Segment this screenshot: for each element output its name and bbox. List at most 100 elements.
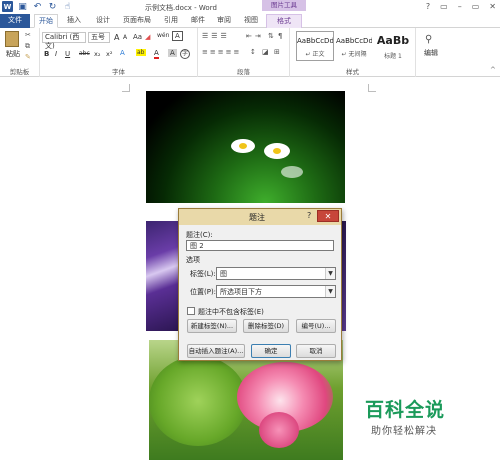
indent-buttons-icon[interactable]: ⇤⇥ [246, 32, 264, 40]
options-section-label: 选项 [186, 256, 200, 264]
enclosed-char-icon[interactable]: A [172, 31, 183, 41]
label-field-label: 标签(L): [190, 270, 216, 278]
borders-icon[interactable]: ⊞ [274, 48, 280, 56]
list-buttons-icon[interactable]: ☰☰☰ [202, 32, 230, 40]
close-window-icon[interactable]: ✕ [489, 2, 496, 11]
minimize-icon[interactable]: – [458, 2, 462, 11]
autocaption-button[interactable]: 自动插入题注(A)... [187, 344, 245, 358]
caption-field-label: 题注(C): [186, 231, 213, 239]
align-buttons-icon[interactable]: ≡≡≡≡≡ [202, 48, 241, 56]
margin-mark [122, 84, 130, 92]
format-painter-icon[interactable]: ✎ [25, 53, 31, 61]
tab-references[interactable]: 引用 [160, 14, 182, 28]
label-select[interactable]: 图 ▼ [216, 267, 336, 280]
style-heading1-name: 标题 1 [384, 53, 402, 60]
save-icon[interactable]: ▣ [17, 1, 28, 12]
style-no-spacing[interactable]: AaBbCcDd ↵ 无间隔 [335, 31, 373, 61]
collapse-ribbon-icon[interactable]: ^ [490, 66, 496, 74]
strikethrough-button[interactable]: abc [79, 50, 90, 57]
text-effects-icon[interactable]: A [120, 49, 125, 57]
subscript-button[interactable]: x₂ [94, 50, 100, 58]
ok-button[interactable]: 确定 [251, 344, 291, 358]
font-color-icon[interactable]: A [154, 49, 159, 59]
tab-insert[interactable]: 插入 [62, 14, 86, 28]
watermark-main-text: 百科全说 [365, 399, 446, 421]
touch-mode-icon[interactable]: ☝ [62, 1, 73, 12]
bold-button[interactable]: B [44, 50, 49, 58]
ribbon: 粘贴 ✂ ⧉ ✎ 剪贴板 Calibri (西文) 五号 A A Aa ◢ wé… [0, 28, 500, 77]
cancel-button[interactable]: 取消 [296, 344, 336, 358]
underline-button[interactable]: U [65, 50, 70, 58]
style-no-spacing-name: ↵ 无间隔 [341, 51, 367, 58]
editing-button[interactable]: 编辑 [424, 48, 438, 58]
lily-pad [149, 356, 247, 446]
dialog-title: 题注 [249, 213, 265, 222]
editing-group: ⚲ 编辑 [416, 28, 446, 77]
paste-icon[interactable] [5, 31, 19, 47]
dialog-close-button[interactable]: ✕ [317, 210, 339, 222]
show-marks-icon[interactable]: ¶ [278, 32, 282, 40]
cut-icon[interactable]: ✂ [25, 31, 31, 39]
title-bar: W ▣ ↶ ↻ ☝ 示例文档.docx - Word 图片工具 ? ▭ – ▭ … [0, 0, 500, 15]
ribbon-display-icon[interactable]: ▭ [440, 2, 448, 11]
char-shading-icon[interactable]: A [168, 49, 177, 57]
font-group: Calibri (西文) 五号 A A Aa ◢ wén A B I U abc… [40, 28, 198, 77]
font-size-select[interactable]: 五号 [88, 32, 110, 43]
exclude-label-checkbox[interactable] [187, 307, 195, 315]
change-case-icon[interactable]: Aa [133, 33, 142, 41]
watermark-sub-text: 助你轻松解决 [371, 426, 437, 437]
copy-icon[interactable]: ⧉ [25, 42, 30, 51]
tab-file[interactable]: 文件 [0, 14, 30, 28]
style-normal-preview: AaBbCcDd [297, 37, 333, 45]
caption-dialog: 题注 ? ✕ 题注(C): 图 2 选项 标签(L): 图 ▼ 位置(P): 所… [178, 208, 342, 361]
style-no-spacing-preview: AaBbCcDd [336, 37, 372, 45]
caption-input[interactable]: 图 2 [186, 240, 334, 251]
style-normal[interactable]: AaBbCcDd ↵ 正文 [296, 31, 334, 61]
tab-view[interactable]: 视图 [239, 14, 263, 28]
blurred-daisy [281, 166, 303, 178]
styles-group: AaBbCcDd ↵ 正文 AaBbCcDd ↵ 无间隔 AaBb 标题 1 样… [290, 28, 416, 77]
style-heading1[interactable]: AaBb 标题 1 [374, 31, 412, 61]
word-logo-icon: W [2, 1, 13, 12]
paragraph-group-label: 段落 [237, 68, 250, 76]
position-select-value: 所选项目下方 [220, 288, 262, 296]
highlight-icon[interactable]: ab [136, 49, 146, 56]
binoculars-icon[interactable]: ⚲ [425, 34, 432, 45]
font-name-select[interactable]: Calibri (西文) [42, 32, 86, 50]
grow-font-icon[interactable]: A [114, 33, 119, 42]
dialog-title-bar: 题注 ? ✕ [179, 209, 341, 225]
paste-button[interactable]: 粘贴 [6, 49, 20, 59]
italic-button[interactable]: I [55, 50, 57, 58]
delete-label-button[interactable]: 删除标签(D) [243, 319, 289, 333]
tab-design[interactable]: 设计 [91, 14, 115, 28]
maximize-icon[interactable]: ▭ [472, 2, 480, 11]
margin-mark [368, 84, 376, 92]
daisy-photo[interactable] [146, 91, 345, 203]
clipboard-group-label: 剪贴板 [9, 68, 30, 76]
tab-format[interactable]: 格式 [266, 14, 302, 28]
new-label-button[interactable]: 新建标签(N)... [187, 319, 237, 333]
tab-mailings[interactable]: 邮件 [186, 14, 210, 28]
shrink-font-icon[interactable]: A [123, 34, 127, 41]
position-select[interactable]: 所选项目下方 ▼ [216, 285, 336, 298]
tab-home[interactable]: 开始 [34, 14, 58, 28]
watermark: 百科全说 助你轻松解决 [349, 382, 471, 440]
shading-icon[interactable]: ◪ [262, 48, 269, 56]
tab-review[interactable]: 审阅 [212, 14, 236, 28]
clear-format-icon[interactable]: ◢ [145, 33, 150, 41]
numbering-button[interactable]: 编号(U)... [296, 319, 336, 333]
dialog-help-icon[interactable]: ? [307, 211, 311, 220]
redo-icon[interactable]: ↻ [47, 1, 58, 12]
undo-icon[interactable]: ↶ [32, 1, 43, 12]
label-select-value: 图 [220, 270, 227, 278]
help-icon[interactable]: ? [426, 2, 430, 11]
style-normal-name: ↵ 正文 [305, 51, 325, 58]
chevron-down-icon: ▼ [325, 286, 335, 297]
sort-icon[interactable]: ⇅ [268, 32, 274, 40]
tab-layout[interactable]: 页面布局 [118, 14, 156, 28]
phonetic-guide-icon[interactable]: wén [157, 32, 169, 39]
enclose-char-icon[interactable]: 字 [180, 49, 190, 59]
superscript-button[interactable]: x² [106, 50, 112, 58]
line-spacing-icon[interactable]: ↕ [250, 48, 256, 56]
style-heading1-preview: AaBb [376, 34, 410, 47]
